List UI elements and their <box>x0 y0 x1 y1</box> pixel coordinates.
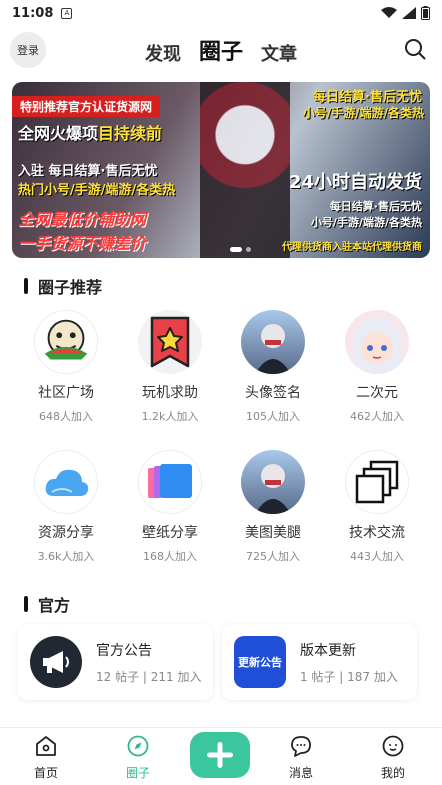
status-bar: 11:08 A <box>0 0 442 26</box>
banner-title: 全网火爆项目持续前 <box>18 124 163 143</box>
circle-member-count: 443人加入 <box>350 550 404 563</box>
nav-profile[interactable]: 我的 <box>363 734 423 781</box>
tab-circle[interactable]: 圈子 <box>199 34 243 66</box>
profile-icon <box>382 735 404 757</box>
nav-label: 圈子 <box>125 766 150 780</box>
circle-name: 技术交流 <box>349 525 405 541</box>
circle-member-count: 3.6k人加入 <box>37 550 95 563</box>
status-time: 11:08 <box>12 5 54 21</box>
tab-discover[interactable]: 发现 <box>145 40 181 66</box>
banner-line-2: 热门小号/手游/端游/各类热 <box>18 183 176 198</box>
circle-name: 玩机求助 <box>142 385 198 401</box>
banner-character-image <box>200 82 290 258</box>
bottom-tab-bar: 首页 圈子 消息 我的 <box>0 727 442 785</box>
circle-name: 壁纸分享 <box>142 525 198 541</box>
create-post-button[interactable] <box>190 732 250 778</box>
circle-name: 社区广场 <box>38 385 94 401</box>
meme-face-icon <box>34 310 98 374</box>
search-icon[interactable] <box>404 38 426 60</box>
circle-item-resources[interactable]: 资源分享 3.6k人加入 <box>21 450 111 564</box>
circle-item-anime[interactable]: 二次元 462人加入 <box>332 310 422 424</box>
circle-item-avatar-signature[interactable]: 头像签名 105人加入 <box>228 310 318 424</box>
avatar-girl-icon <box>241 310 305 374</box>
battery-icon <box>421 6 430 20</box>
nav-messages[interactable]: 消息 <box>271 734 331 781</box>
circle-member-count: 1.2k人加入 <box>141 410 199 423</box>
section-title-official: 官方 <box>24 592 70 616</box>
nav-circle[interactable]: 圈子 <box>108 734 168 781</box>
photo-girl-icon <box>241 450 305 514</box>
nav-label: 消息 <box>288 766 313 780</box>
banner-right-6: 代理供货商入驻本站代理供货商 <box>282 242 422 253</box>
banner-right-2: 小号/手游/端游/各类热 <box>302 106 424 120</box>
header-tabs: 发现 圈子 文章 <box>0 34 442 66</box>
cloud-icon <box>34 450 98 514</box>
banner-tag: 特别推荐官方认证货源网 <box>12 96 161 117</box>
banner-right-3: 24小时自动发货 <box>288 172 422 193</box>
circle-name: 二次元 <box>356 385 398 401</box>
circle-member-count: 462人加入 <box>350 410 404 423</box>
chat-icon <box>291 736 311 757</box>
circle-item-community[interactable]: 社区广场 648人加入 <box>21 310 111 424</box>
circle-item-phone-help[interactable]: 玩机求助 1.2k人加入 <box>125 310 215 424</box>
banner-pager <box>230 247 251 252</box>
star-bookmark-icon <box>138 310 202 374</box>
circle-name: 美图美腿 <box>245 525 301 541</box>
section-title-recommend: 圈子推荐 <box>24 274 102 298</box>
nav-label: 首页 <box>33 766 58 780</box>
nav-home[interactable]: 首页 <box>16 734 76 781</box>
signal-icon <box>402 7 416 19</box>
compass-icon <box>127 735 149 757</box>
circle-item-photos[interactable]: 美图美腿 725人加入 <box>228 450 318 564</box>
banner-headline-1: 全网最低价辅助网 <box>18 210 147 229</box>
plus-icon <box>207 742 233 768</box>
circle-name: 资源分享 <box>38 525 94 541</box>
sim-icon: A <box>61 7 73 19</box>
top-bar: 登录 发现 圈子 文章 <box>0 26 442 72</box>
banner-right-1: 每日结算·售后无忧 <box>313 90 422 105</box>
banner-right-5: 小号/手游/端游/各类热 <box>310 216 422 229</box>
status-icons <box>381 6 430 20</box>
card-title: 官方公告 <box>96 643 152 659</box>
circle-member-count: 648人加入 <box>39 410 93 423</box>
megaphone-icon <box>30 636 82 688</box>
wifi-icon <box>381 7 397 18</box>
circle-member-count: 105人加入 <box>246 410 300 423</box>
wallpaper-cards-icon <box>138 450 202 514</box>
official-card-announcements[interactable]: 官方公告 12 帖子 | 211 加入 <box>18 624 213 700</box>
banner-right-4: 每日结算·售后无忧 <box>329 200 422 213</box>
home-icon <box>36 736 56 756</box>
card-meta: 1 帖子 | 187 加入 <box>300 670 398 684</box>
tab-articles[interactable]: 文章 <box>261 40 297 66</box>
circle-member-count: 168人加入 <box>143 550 197 563</box>
official-card-updates[interactable]: 更新公告 版本更新 1 帖子 | 187 加入 <box>222 624 417 700</box>
card-title: 版本更新 <box>300 643 356 659</box>
banner-headline-2: 一手货源不赚差价 <box>18 234 147 253</box>
circle-member-count: 725人加入 <box>246 550 300 563</box>
update-notice-icon: 更新公告 <box>234 636 286 688</box>
circle-item-wallpapers[interactable]: 壁纸分享 168人加入 <box>125 450 215 564</box>
anime-girl-icon <box>345 310 409 374</box>
nav-label: 我的 <box>380 766 405 780</box>
promo-banner[interactable]: 特别推荐官方认证货源网 全网火爆项目持续前 入驻 每日结算·售后无忧 热门小号/… <box>12 82 430 258</box>
card-meta: 12 帖子 | 211 加入 <box>96 670 202 684</box>
main-content: 特别推荐官方认证货源网 全网火爆项目持续前 入驻 每日结算·售后无忧 热门小号/… <box>0 72 442 727</box>
circle-name: 头像签名 <box>245 385 301 401</box>
stacked-windows-icon <box>345 450 409 514</box>
circle-item-tech[interactable]: 技术交流 443人加入 <box>332 450 422 564</box>
banner-line-1: 入驻 每日结算·售后无忧 <box>18 164 158 179</box>
